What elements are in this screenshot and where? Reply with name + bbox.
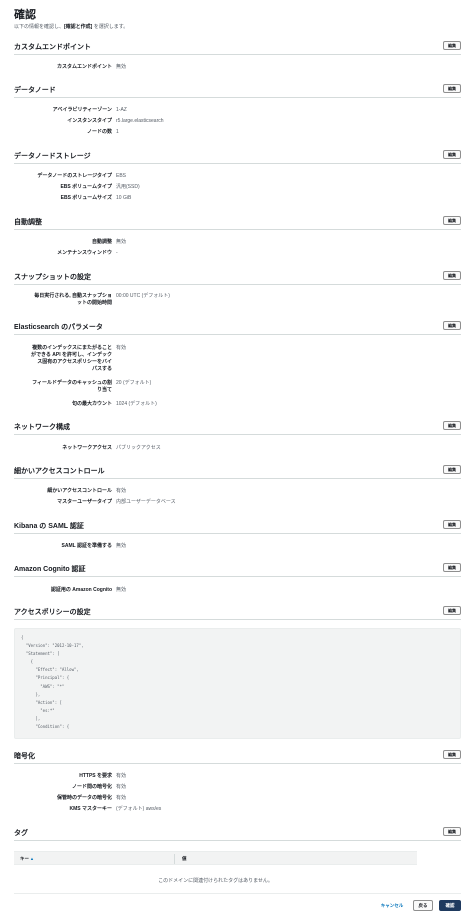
field-value: 1 — [116, 129, 119, 135]
page-title: 確認 — [14, 9, 36, 21]
section-access-policy: アクセスポリシーの設定 編集 — [14, 606, 461, 620]
section-title: タグ — [14, 830, 28, 837]
edit-access-policy-button[interactable]: 編集 — [443, 606, 461, 615]
section-auto-tune: 自動調整 編集 — [14, 216, 461, 230]
field-label: 細かいアクセスコントロール — [47, 488, 112, 494]
tags-table-header: キー▲ 値 — [14, 851, 417, 865]
field-label: 毎日実行される, 自動スナップショ ットの開始時間 — [34, 293, 112, 306]
field-label: アベイラビリティーゾーン — [52, 107, 112, 113]
field-value: 有効 — [116, 784, 127, 790]
section-title: 自動調整 — [14, 219, 42, 226]
section-network: ネットワーク構成 編集 — [14, 421, 461, 435]
sort-ascending-icon: ▲ — [30, 856, 34, 861]
edit-saml-button[interactable]: 編集 — [443, 520, 461, 529]
section-saml: Kibana の SAML 認証 編集 — [14, 520, 461, 534]
field-value: 1-AZ — [116, 107, 127, 113]
field-value: 無効 — [116, 64, 127, 70]
field-value: r5.large.elasticsearch — [116, 118, 164, 124]
section-cognito: Amazon Cognito 認証 編集 — [14, 563, 461, 577]
field-value: 00:00 UTC (デフォルト) — [116, 293, 170, 299]
previous-button[interactable]: 戻る — [413, 900, 433, 911]
field-label: カスタムエンドポイント — [56, 64, 112, 70]
section-title: スナップショットの設定 — [14, 274, 91, 281]
field-label: フィールドデータのキャッシュの割 り当て — [32, 380, 112, 393]
column-divider — [174, 854, 175, 864]
section-title: Elasticsearch のパラメータ — [14, 324, 103, 331]
tags-table: キー▲ 値 このドメインに関連付けられたタグはありません。 — [14, 851, 417, 884]
section-snapshot: スナップショットの設定 編集 — [14, 271, 461, 285]
edit-custom-endpoint-button[interactable]: 編集 — [443, 41, 461, 50]
section-title: Amazon Cognito 認証 — [14, 566, 86, 573]
field-label: SAML 認証を準備する — [61, 543, 112, 549]
edit-snapshot-button[interactable]: 編集 — [443, 271, 461, 280]
section-encryption: 暗号化 編集 — [14, 750, 461, 764]
field-label: 自動調整 — [91, 239, 112, 245]
field-value: 無効 — [116, 587, 127, 593]
edit-storage-button[interactable]: 編集 — [443, 150, 461, 159]
section-title: データノードストレージ — [14, 153, 91, 160]
review-page: 確認 以下の情報を確認し、[確認と作成] を選択します。 カスタムエンドポイント… — [0, 0, 474, 922]
edit-auto-tune-button[interactable]: 編集 — [443, 216, 461, 225]
field-label: ノードの数 — [86, 129, 112, 135]
field-value: (デフォルト) aws/es — [116, 806, 162, 812]
section-title: アクセスポリシーの設定 — [14, 609, 91, 616]
field-value: - — [116, 250, 118, 256]
access-policy-json[interactable]: { "Version": "2012-10-17", "Statement": … — [14, 628, 461, 739]
field-label: 保管時のデータの暗号化 — [56, 795, 112, 801]
field-value: 20 (デフォルト) — [116, 380, 152, 386]
section-title: 細かいアクセスコントロール — [14, 468, 105, 475]
column-header-key[interactable]: キー▲ — [20, 856, 34, 862]
section-fine-grained-access: 細かいアクセスコントロール 編集 — [14, 465, 461, 479]
edit-fine-grained-button[interactable]: 編集 — [443, 465, 461, 474]
field-value: 無効 — [116, 543, 127, 549]
field-value: 無効 — [116, 239, 127, 245]
section-title: Kibana の SAML 認証 — [14, 523, 84, 530]
field-label: ネットワークアクセス — [62, 445, 112, 451]
field-label: マスターユーザータイプ — [57, 499, 112, 505]
field-label: KMS マスターキー — [69, 806, 112, 812]
field-label: EBS ボリュームタイプ — [60, 184, 112, 190]
section-title: ネットワーク構成 — [14, 424, 70, 431]
cancel-button[interactable]: キャンセル — [378, 900, 406, 911]
section-custom-endpoint: カスタムエンドポイント 編集 — [14, 41, 461, 55]
section-title: 暗号化 — [14, 753, 35, 760]
edit-network-button[interactable]: 編集 — [443, 421, 461, 430]
section-title: カスタムエンドポイント — [14, 44, 91, 51]
page-subtitle: 以下の情報を確認し、[確認と作成] を選択します。 — [14, 24, 129, 30]
field-value: EBS — [116, 173, 127, 179]
field-value: パブリックアクセス — [116, 445, 161, 451]
field-label: 句の最大カウント — [71, 401, 112, 407]
field-value: 内部ユーザーデータベース — [116, 499, 176, 505]
edit-tags-button[interactable]: 編集 — [443, 827, 461, 836]
column-header-value: 値 — [182, 856, 187, 861]
edit-es-params-button[interactable]: 編集 — [443, 321, 461, 330]
field-value: 有効 — [116, 345, 127, 351]
field-value: 有効 — [116, 488, 127, 494]
field-label: 複数のインデックスにまたがること ができる API を許可し、インデック ス固有のア… — [30, 345, 112, 372]
field-value: 10 GiB — [116, 195, 132, 201]
field-value: 1024 (デフォルト) — [116, 401, 157, 407]
section-tags: タグ 編集 — [14, 827, 461, 841]
section-es-params: Elasticsearch のパラメータ 編集 — [14, 321, 461, 335]
field-value: 汎用(SSD) — [116, 184, 140, 190]
field-label: インスタンスタイプ — [67, 118, 112, 124]
edit-encryption-button[interactable]: 編集 — [443, 750, 461, 759]
section-title: データノード — [14, 87, 56, 94]
edit-data-nodes-button[interactable]: 編集 — [443, 84, 461, 93]
field-label: データノードのストレージタイプ — [37, 173, 112, 179]
field-value: 有効 — [116, 795, 127, 801]
footer-divider — [14, 893, 461, 894]
section-data-node-storage: データノードストレージ 編集 — [14, 150, 461, 164]
field-label: ノード間の暗号化 — [71, 784, 112, 790]
field-value: 有効 — [116, 773, 127, 779]
field-label: EBS ボリュームサイズ — [60, 195, 112, 201]
section-data-nodes: データノード 編集 — [14, 84, 461, 98]
field-label: 認証用の Amazon Cognito — [50, 587, 112, 593]
field-label: HTTPS を要求 — [79, 773, 112, 779]
edit-cognito-button[interactable]: 編集 — [443, 563, 461, 572]
confirm-button[interactable]: 確認 — [439, 900, 461, 911]
tags-empty-message: このドメインに関連付けられたタグはありません。 — [158, 878, 273, 884]
field-label: メンテナンスウィンドウ — [57, 250, 112, 256]
